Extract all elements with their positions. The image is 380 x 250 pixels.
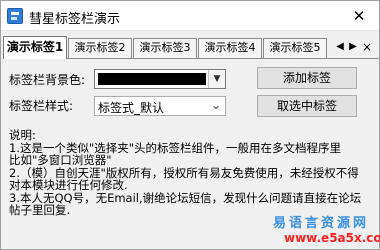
- description-line: 说明:: [9, 128, 36, 142]
- close-button[interactable]: ✕: [339, 1, 379, 30]
- watermark-url: www.e5a5x.com: [284, 231, 380, 245]
- tab-demo-2[interactable]: 演示标签2: [68, 38, 132, 58]
- tab-close-icon[interactable]: ×: [359, 38, 375, 56]
- description-text: 说明: 1.这是一个类似"选择夹"头的标签栏组件，一般用在多文档程序里 比如"多…: [9, 129, 375, 217]
- window-title: 彗星标签栏演示: [29, 12, 121, 27]
- tab-scroll-left-icon[interactable]: ◀: [334, 39, 346, 55]
- description-line: 比如"多窗口浏览器": [9, 153, 112, 167]
- chevron-down-icon: ⌄: [210, 98, 221, 112]
- watermark-site-name: 易语言资源网: [273, 216, 370, 231]
- add-tab-button[interactable]: 添加标签: [257, 67, 357, 89]
- tab-demo-1[interactable]: 演示标签1: [3, 36, 67, 59]
- description-line: 对本模块进行任何修改.: [9, 178, 128, 192]
- remove-tab-button[interactable]: 取选中标签: [257, 95, 357, 117]
- tab-demo-5[interactable]: 演示标签5: [263, 38, 327, 58]
- app-icon: [7, 8, 23, 24]
- tab-scroll-right-icon[interactable]: ▶: [347, 39, 359, 55]
- tab-demo-4[interactable]: 演示标签4: [198, 38, 262, 58]
- tab-style-select[interactable]: 标签式_默认 ⌄: [94, 96, 226, 116]
- bg-color-label: 标签栏背景色:: [9, 73, 86, 87]
- bg-color-swatch: [98, 73, 206, 85]
- app-window: 彗星标签栏演示 ✕ 演示标签1 演示标签2 演示标签3 演示标签4 演示标签5 …: [0, 0, 380, 250]
- tab-style-value: 标签式_默认: [98, 101, 165, 115]
- close-icon: ✕: [352, 6, 366, 25]
- dropdown-arrow-icon[interactable]: ▼: [208, 70, 225, 88]
- tab-demo-3[interactable]: 演示标签3: [133, 38, 197, 58]
- bg-color-picker[interactable]: ▼: [94, 69, 226, 89]
- title-bar: 彗星标签栏演示 ✕: [1, 1, 379, 31]
- tab-style-label: 标签栏样式:: [9, 99, 74, 113]
- tab-strip: 演示标签1 演示标签2 演示标签3 演示标签4 演示标签5 ◀ ▶ ×: [3, 36, 379, 59]
